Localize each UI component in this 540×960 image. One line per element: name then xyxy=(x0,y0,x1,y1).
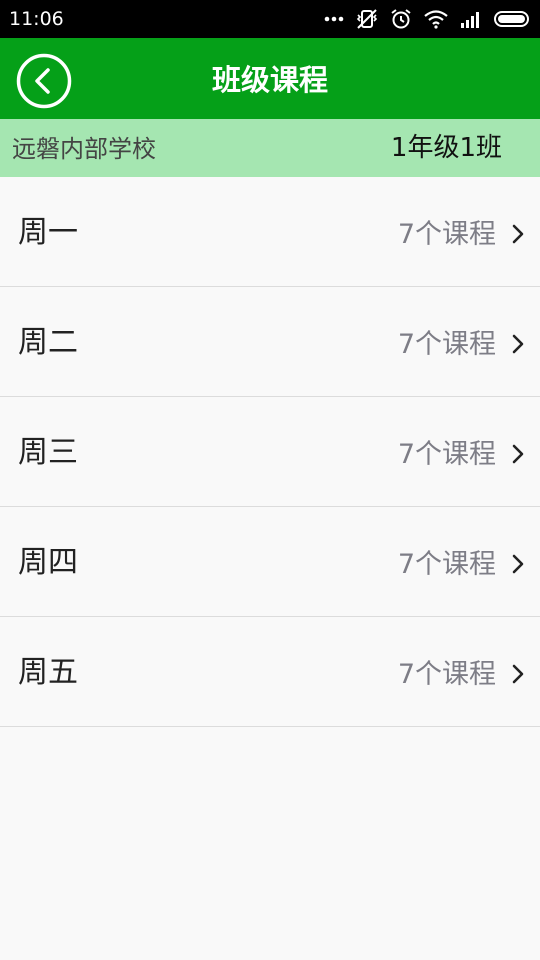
course-count: 7个课程 xyxy=(397,549,496,580)
list-item-wednesday[interactable]: 周三 7个课程 xyxy=(0,397,540,507)
info-bar: 远磐内部学校 1年级1班 xyxy=(0,119,540,177)
battery-icon xyxy=(482,10,532,28)
class-name: 1年级1班 xyxy=(390,133,502,163)
day-label: 周二 xyxy=(18,325,78,360)
chevron-left-circle-icon xyxy=(16,53,72,109)
list-item-thursday[interactable]: 周四 7个课程 xyxy=(0,507,540,617)
course-count: 7个课程 xyxy=(397,329,496,360)
school-name: 远磐内部学校 xyxy=(12,135,156,163)
chevron-right-icon xyxy=(512,444,524,464)
day-label: 周四 xyxy=(18,545,78,580)
signal-icon xyxy=(448,10,482,28)
day-list: 周一 7个课程 周二 7个课程 周三 7个课程 周四 7个课程 周五 7个课程 xyxy=(0,177,540,727)
day-label: 周一 xyxy=(18,215,78,250)
chevron-right-icon xyxy=(512,334,524,354)
status-bar: 11:06 xyxy=(0,0,540,38)
chevron-right-icon xyxy=(512,554,524,574)
vibrate-off-icon xyxy=(344,8,378,30)
status-time: 11:06 xyxy=(9,8,64,30)
day-label: 周五 xyxy=(18,655,78,690)
list-item-tuesday[interactable]: 周二 7个课程 xyxy=(0,287,540,397)
more-dots-icon xyxy=(312,15,344,23)
course-count: 7个课程 xyxy=(397,659,496,690)
alarm-icon xyxy=(378,8,412,30)
list-item-monday[interactable]: 周一 7个课程 xyxy=(0,177,540,287)
page-title: 班级课程 xyxy=(211,63,328,97)
course-count: 7个课程 xyxy=(397,219,496,250)
list-item-friday[interactable]: 周五 7个课程 xyxy=(0,617,540,727)
back-button[interactable] xyxy=(16,53,72,109)
wifi-icon xyxy=(412,9,448,29)
chevron-right-icon xyxy=(512,224,524,244)
course-count: 7个课程 xyxy=(397,439,496,470)
chevron-right-icon xyxy=(512,664,524,684)
status-icons xyxy=(312,6,532,32)
app-header: 班级课程 xyxy=(0,38,540,119)
day-label: 周三 xyxy=(18,435,78,470)
